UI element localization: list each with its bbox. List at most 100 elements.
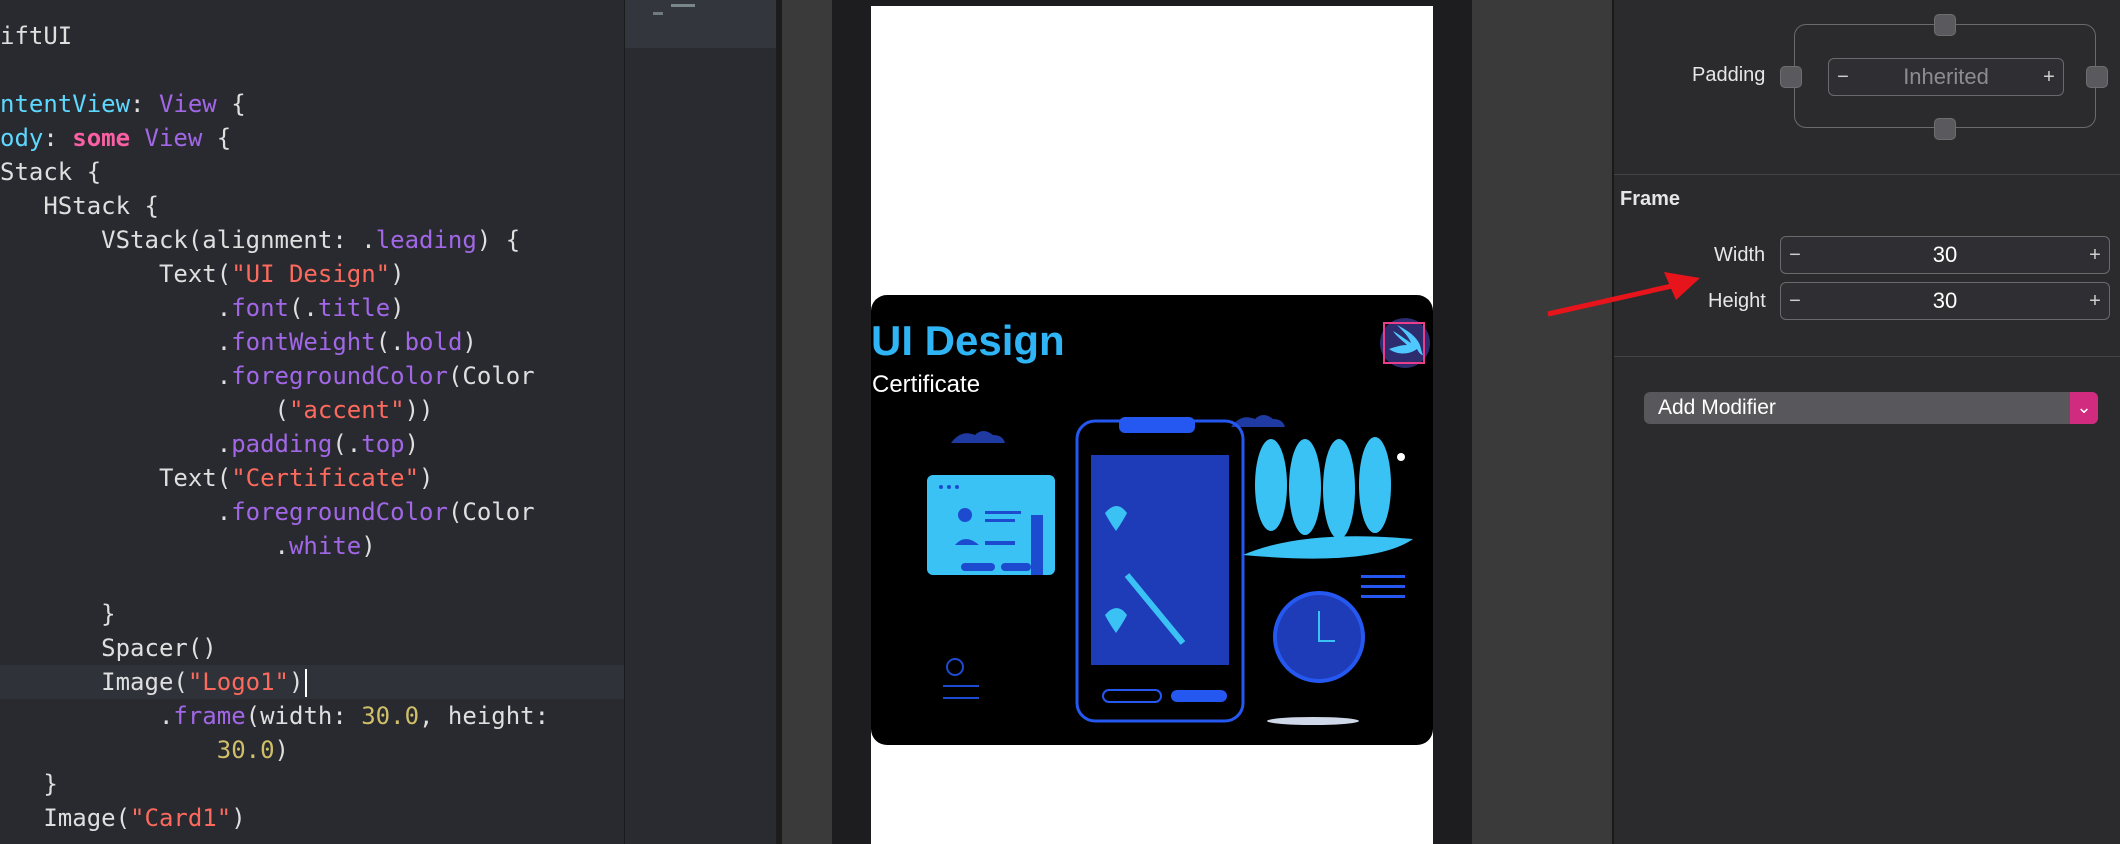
code-token: (.: [288, 294, 318, 322]
height-increment-button[interactable]: +: [2081, 283, 2109, 319]
code-line[interactable]: .padding(.top): [0, 427, 419, 461]
height-decrement-button[interactable]: −: [1781, 283, 1809, 319]
code-line[interactable]: }: [0, 597, 115, 631]
code-token: {: [202, 124, 232, 152]
code-line[interactable]: 30.0): [0, 733, 289, 767]
width-value-field[interactable]: 30: [1811, 237, 2079, 273]
code-token: {: [216, 90, 246, 118]
padding-stepper[interactable]: − Inherited +: [1828, 58, 2064, 96]
code-line[interactable]: iftUI: [0, 19, 72, 53]
code-line[interactable]: Spacer(): [0, 631, 217, 665]
code-token: "Certificate": [231, 464, 420, 492]
code-line[interactable]: ntentView: View {: [0, 87, 246, 121]
code-line[interactable]: .foregroundColor(Color: [0, 495, 535, 529]
code-token: (.: [332, 430, 362, 458]
frame-section-title: Frame: [1620, 188, 1681, 210]
attributes-inspector: Padding − Inherited + Frame Width − 30 +…: [1612, 0, 2120, 844]
code-token: top: [361, 430, 405, 458]
code-editor[interactable]: iftUI ntentView: View {ody: some View {St…: [0, 0, 624, 844]
code-line[interactable]: ody: some View {: [0, 121, 231, 155]
padding-decrement-button[interactable]: −: [1829, 59, 1857, 95]
code-token: View: [144, 124, 203, 152]
code-line[interactable]: }: [0, 767, 58, 801]
code-token: ): [289, 668, 304, 696]
width-stepper[interactable]: − 30 +: [1780, 236, 2110, 274]
code-token: "Card1": [130, 804, 232, 832]
code-line[interactable]: Image("Card1"): [0, 801, 245, 835]
code-token: .: [0, 362, 232, 390]
padding-trailing-checkbox[interactable]: [2086, 66, 2108, 88]
code-line[interactable]: .white): [0, 529, 376, 563]
code-token: font: [231, 294, 289, 322]
code-token: foregroundColor: [231, 362, 448, 390]
code-token: foregroundColor: [231, 498, 448, 526]
height-value-field[interactable]: 30: [1811, 283, 2079, 319]
code-token: padding: [231, 430, 333, 458]
code-token: HStack {: [0, 192, 159, 220]
code-line[interactable]: .font(.title): [0, 291, 405, 325]
code-line[interactable]: .fontWeight(.bold): [0, 325, 477, 359]
minimap-mark: [653, 12, 663, 15]
certificate-card[interactable]: UI Design Certificate: [871, 295, 1433, 745]
width-label: Width: [1714, 244, 1766, 266]
code-token: frame: [173, 702, 246, 730]
padding-bottom-checkbox[interactable]: [1934, 118, 1956, 140]
code-token: Image(: [0, 804, 131, 832]
code-token: Stack {: [0, 158, 102, 186]
code-token: iftUI: [0, 22, 73, 50]
divider: [1614, 356, 2120, 357]
minimap-mark: [671, 4, 695, 7]
chevron-down-icon[interactable]: ⌄: [2070, 392, 2098, 424]
code-token: .: [0, 430, 232, 458]
code-token: title: [317, 294, 391, 322]
code-token: }: [0, 770, 58, 798]
code-token: 30.0: [216, 736, 275, 764]
code-line[interactable]: Text("Certificate"): [0, 461, 434, 495]
add-modifier-popup[interactable]: Add Modifier ⌄: [1644, 392, 2098, 424]
code-line[interactable]: HStack {: [0, 189, 159, 223]
code-token: ): [361, 532, 376, 560]
code-token: "Logo1": [187, 668, 289, 696]
code-line[interactable]: ("accent")): [0, 393, 434, 427]
code-token: fontWeight: [231, 328, 376, 356]
code-line[interactable]: .foregroundColor(Color: [0, 359, 535, 393]
code-line[interactable]: .frame(width: 30.0, height:: [0, 699, 549, 733]
padding-leading-checkbox[interactable]: [1780, 66, 1802, 88]
code-line-current[interactable]: Image("Logo1"): [0, 665, 624, 699]
code-token: .: [0, 702, 174, 730]
code-token: ): [274, 736, 289, 764]
minimap-viewport[interactable]: [625, 0, 777, 48]
padding-value-field[interactable]: Inherited: [1859, 59, 2033, 95]
width-increment-button[interactable]: +: [2081, 237, 2109, 273]
code-token: ): [390, 294, 405, 322]
code-token: View: [158, 90, 217, 118]
code-line[interactable]: Stack {: [0, 155, 101, 189]
code-token: ): [419, 464, 434, 492]
height-stepper[interactable]: − 30 +: [1780, 282, 2110, 320]
code-token: Text(: [0, 260, 232, 288]
code-token: ntentView: [0, 90, 131, 118]
code-token: .: [0, 294, 232, 322]
code-token: (Color: [447, 498, 535, 526]
card-subtitle: Certificate: [872, 371, 981, 398]
code-token: .: [0, 328, 232, 356]
height-label: Height: [1708, 290, 1766, 312]
padding-increment-button[interactable]: +: [2035, 59, 2063, 95]
code-token: Image(: [0, 668, 188, 696]
padding-top-checkbox[interactable]: [1934, 14, 1956, 36]
map-illustration: [927, 415, 1413, 725]
padding-label: Padding: [1692, 64, 1766, 86]
add-modifier-label: Add Modifier: [1658, 396, 1776, 419]
code-token: Spacer(): [0, 634, 217, 662]
code-line[interactable]: Text("UI Design"): [0, 257, 405, 291]
code-token: ) {: [476, 226, 521, 254]
width-decrement-button[interactable]: −: [1781, 237, 1809, 273]
code-token: (width:: [245, 702, 362, 730]
code-line[interactable]: VStack(alignment: .leading) {: [0, 223, 520, 257]
minimap[interactable]: [624, 0, 777, 844]
code-token: white: [288, 532, 362, 560]
logo-selection-box: [1383, 322, 1425, 364]
code-token: some: [72, 124, 131, 152]
code-token: :: [43, 124, 73, 152]
